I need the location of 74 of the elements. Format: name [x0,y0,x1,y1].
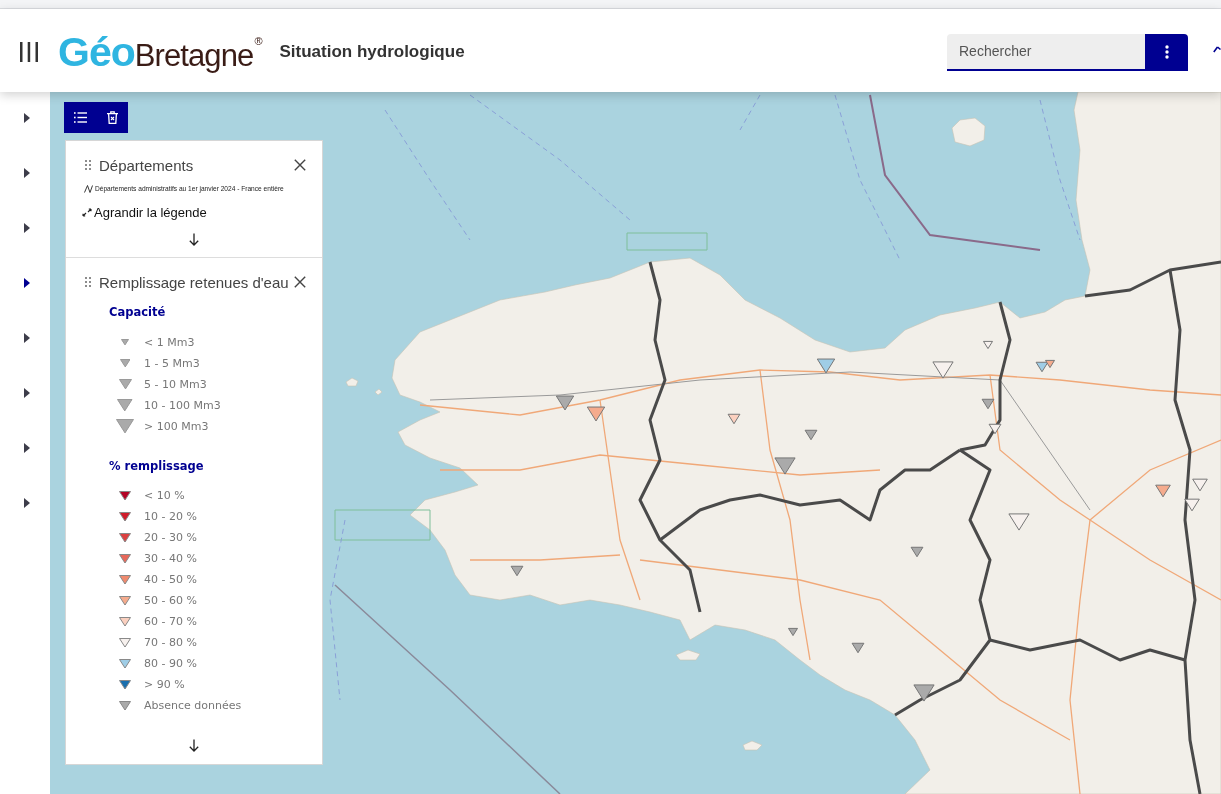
legend-label: 60 - 70 % [144,615,197,628]
legend-label: > 90 % [144,678,185,691]
close-button[interactable] [294,159,306,171]
map-marker-icon [910,546,924,558]
legend-label: > 100 Mm3 [144,420,209,433]
triangle-marker-icon [116,419,134,434]
map-marker-icon [816,358,836,374]
kebab-menu-icon [1164,45,1169,59]
legend-label: < 10 % [144,489,185,502]
expand-legend-link[interactable]: Agrandir la légende [82,204,207,220]
arrow-down-icon[interactable] [189,233,199,246]
map-marker-icon [788,627,798,637]
expand-icon [82,207,92,217]
triangle-marker-icon [117,399,133,412]
drag-handle-icon[interactable] [85,160,91,170]
close-icon [294,159,306,171]
caret-icon[interactable] [24,113,30,123]
triangle-marker-icon [121,339,129,346]
caret-icon[interactable] [24,498,30,508]
legend-label: 30 - 40 % [144,552,197,565]
legend-label: 50 - 60 % [144,594,197,607]
legend-label: < 1 Mm3 [144,336,195,349]
caret-icon[interactable] [24,388,30,398]
drag-handle-icon[interactable] [85,277,91,287]
map-marker-icon [1035,361,1049,373]
caret-icon[interactable] [24,333,30,343]
triangle-marker-icon [119,359,131,368]
line-icon [84,185,93,193]
map-marker-icon [1008,513,1030,531]
legend-label: 70 - 80 % [144,636,197,649]
caret-icon[interactable] [24,223,30,233]
legend-heading: % remplissage [109,458,204,474]
map-marker-icon [727,413,741,425]
triangle-marker-icon [118,379,132,390]
map-marker-icon [1192,478,1208,492]
arrow-down-icon[interactable] [189,739,199,752]
map-marker-icon [804,429,818,441]
legend-label: 5 - 10 Mm3 [144,378,207,391]
map-marker-icon [988,423,1002,435]
map-marker-icon [983,340,993,350]
legend-heading: Capacité [109,304,166,320]
caret-icon[interactable] [24,443,30,453]
logo[interactable]: GéoBretagne® [58,31,263,73]
map-marker-icon [586,406,606,422]
legend-label: 10 - 100 Mm3 [144,399,221,412]
map-marker-icon [1045,359,1055,369]
map-marker-icon [913,684,935,702]
map-marker-icon [851,642,865,654]
legend-label: 40 - 50 % [144,573,197,586]
legend-label: 80 - 90 % [144,657,197,670]
search-field[interactable]: Rechercher [947,33,1145,71]
close-icon [294,276,306,288]
legend-label: 10 - 20 % [144,510,197,523]
legend-label: Absence données [144,699,242,712]
map-marker-icon [1155,484,1171,498]
map-marker-icon [510,565,524,577]
map-marker-icon [774,457,796,475]
layer-title: Départements [99,156,195,174]
map-marker-icon [981,398,995,410]
map-marker-icon [555,395,575,411]
layer-title: Remplissage retenues d'eau [99,273,290,291]
map-marker-icon [932,361,954,379]
arrow-icon[interactable] [1213,45,1221,55]
legend-label: 20 - 30 % [144,531,197,544]
list-icon [73,112,87,123]
page-title: Situation hydrologique [279,42,465,62]
options-button[interactable] [1145,33,1188,71]
caret-icon[interactable] [24,168,30,178]
close-button[interactable] [294,276,306,288]
map-marker-icon [1184,498,1200,512]
caret-icon[interactable] [24,278,30,288]
trash-icon [106,111,118,124]
menu-icon[interactable] [20,42,38,62]
legend-label: 1 - 5 Mm3 [144,357,200,370]
